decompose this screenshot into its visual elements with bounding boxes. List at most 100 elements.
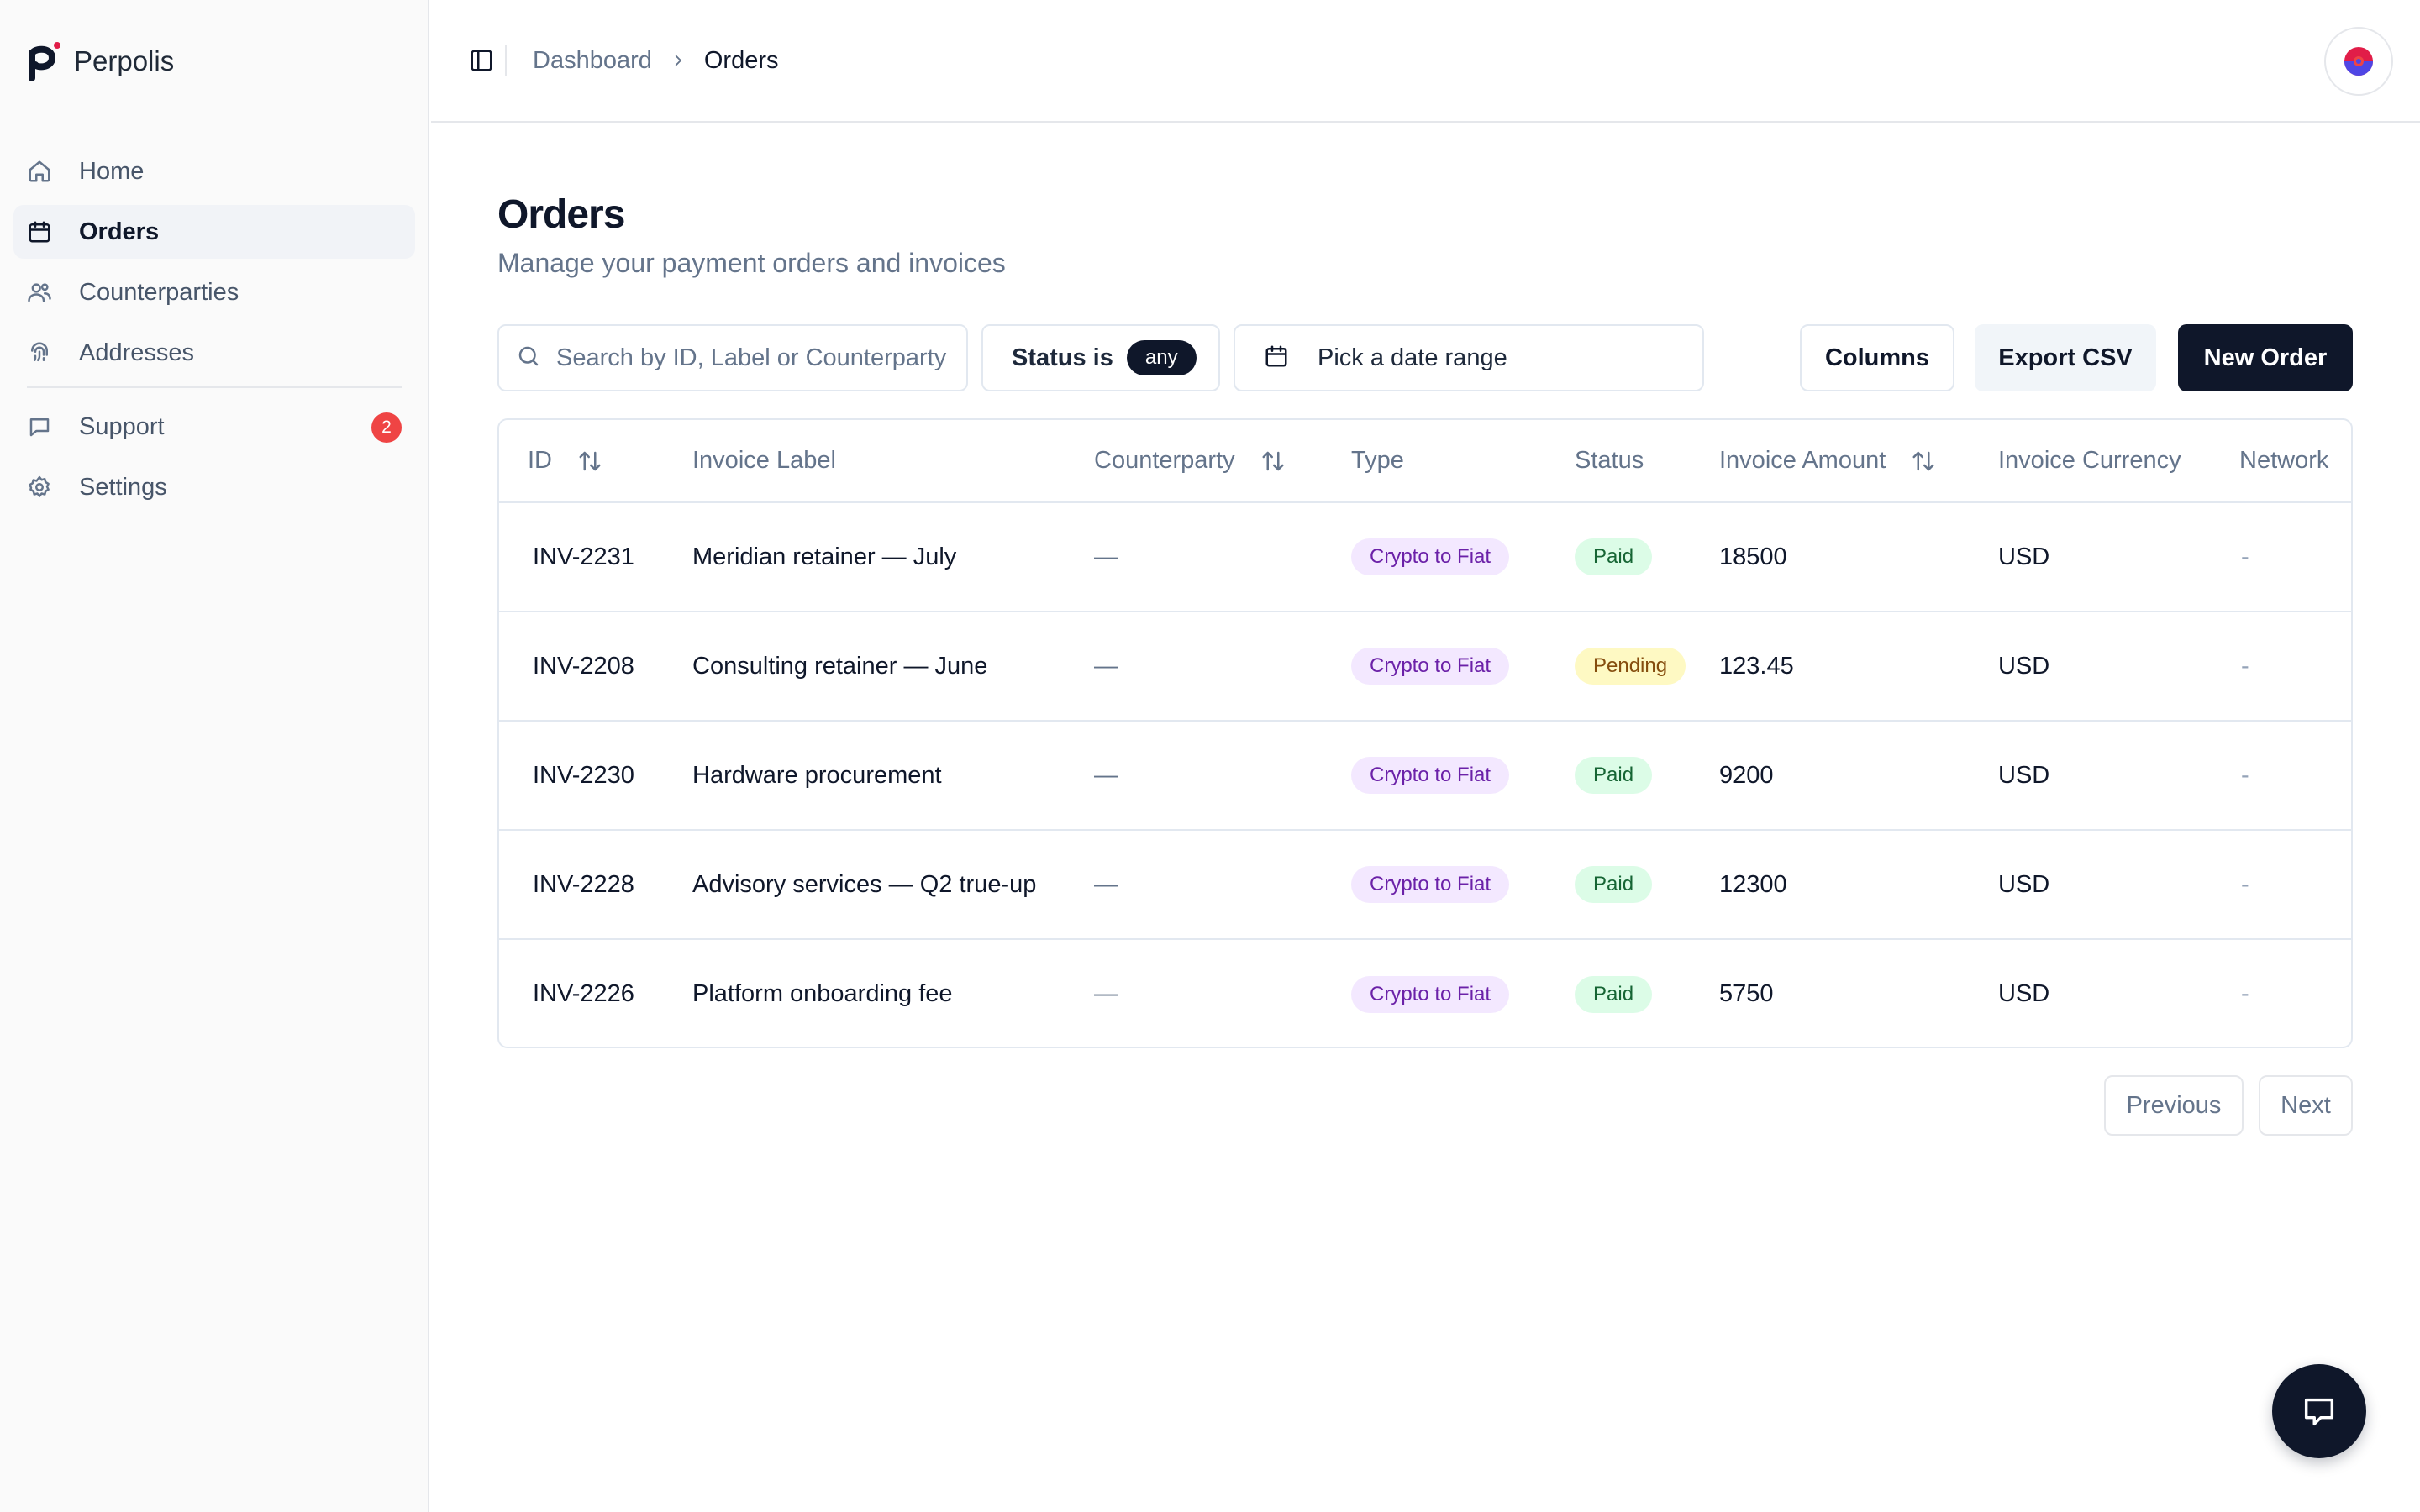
cell-counterparty: — bbox=[1094, 980, 1118, 1007]
cell-id: INV-2228 bbox=[533, 870, 634, 898]
table-row[interactable]: INV-2230 Hardware procurement — Crypto to F… bbox=[499, 721, 2351, 830]
cell-invoice-currency: USD bbox=[1998, 870, 2050, 898]
sidebar-item-label: Addresses bbox=[79, 339, 195, 366]
type-badge: Crypto to Fiat bbox=[1351, 866, 1510, 903]
cell-invoice-label: Consulting retainer — June bbox=[692, 652, 988, 680]
column-header-invoice-label: Invoice Label bbox=[692, 447, 836, 474]
sidebar-divider bbox=[27, 386, 402, 388]
calendar-icon bbox=[27, 219, 52, 244]
table-row[interactable]: INV-2226 Platform onboarding fee — Crypto t… bbox=[499, 939, 2351, 1047]
calendar-icon bbox=[1264, 344, 1289, 373]
export-csv-button[interactable]: Export CSV bbox=[1975, 324, 2156, 391]
cell-id: INV-2226 bbox=[533, 980, 634, 1007]
cell-invoice-amount: 12300 bbox=[1719, 870, 1787, 898]
search-input[interactable] bbox=[556, 344, 951, 372]
chat-support-button[interactable] bbox=[2272, 1364, 2366, 1458]
table-row[interactable]: INV-2208 Consulting retainer — June — Crypt… bbox=[499, 612, 2351, 721]
support-count-badge: 2 bbox=[371, 412, 402, 443]
next-page-button[interactable]: Next bbox=[2259, 1075, 2353, 1136]
cell-status: Paid bbox=[1549, 721, 1719, 830]
sidebar-item-label: Orders bbox=[79, 218, 160, 245]
cell-invoice-currency: USD bbox=[1998, 652, 2050, 680]
panel-left-icon bbox=[471, 50, 492, 71]
column-header-id[interactable]: ID bbox=[499, 420, 672, 502]
sidebar-item-settings[interactable]: Settings bbox=[13, 460, 415, 514]
cell-counterparty: — bbox=[1094, 652, 1118, 680]
header-separator bbox=[505, 45, 507, 76]
cell-type: Crypto to Fiat bbox=[1326, 612, 1549, 721]
columns-button[interactable]: Columns bbox=[1800, 324, 1954, 391]
cell-id: INV-2208 bbox=[533, 652, 634, 680]
status-filter-button[interactable]: Status is any bbox=[981, 324, 1220, 391]
date-range-picker[interactable]: Pick a date range bbox=[1234, 324, 1704, 391]
cell-invoice-amount: 123.45 bbox=[1719, 652, 1794, 680]
cell-status: Paid bbox=[1549, 830, 1719, 939]
cell-invoice-amount: 9200 bbox=[1719, 761, 1774, 789]
cell-id: INV-2231 bbox=[533, 543, 634, 570]
status-badge: Paid bbox=[1575, 538, 1653, 575]
home-icon bbox=[27, 159, 52, 184]
column-header-invoice-amount[interactable]: Invoice Amount bbox=[1719, 420, 1998, 502]
column-header-network: Network bbox=[2239, 447, 2329, 474]
cell-invoice-amount: 18500 bbox=[1719, 543, 1787, 570]
search-field[interactable] bbox=[497, 324, 968, 391]
column-header-counterparty[interactable]: Counterparty bbox=[1071, 420, 1326, 502]
breadcrumb-current: Orders bbox=[703, 46, 779, 74]
brand-name: Perpolis bbox=[74, 45, 175, 76]
table-header-row: ID Invoice Label Counterparty Type Statu… bbox=[499, 420, 2351, 502]
cell-invoice-label: Platform onboarding fee bbox=[692, 980, 953, 1007]
cell-network: - bbox=[2241, 543, 2249, 570]
column-header-type: Type bbox=[1351, 447, 1404, 474]
cell-type: Crypto to Fiat bbox=[1326, 721, 1549, 830]
sidebar-item-label: Counterparties bbox=[79, 278, 239, 306]
user-avatar-button[interactable] bbox=[2324, 27, 2393, 96]
cell-status: Paid bbox=[1549, 502, 1719, 612]
search-icon bbox=[516, 344, 541, 373]
cell-counterparty: — bbox=[1094, 870, 1118, 898]
sort-icon[interactable] bbox=[1260, 447, 1289, 475]
table-row[interactable]: INV-2228 Advisory services — Q2 true-up — C… bbox=[499, 830, 2351, 939]
sidebar-item-support[interactable]: Support 2 bbox=[13, 400, 415, 454]
sort-icon[interactable] bbox=[577, 447, 606, 475]
cell-counterparty: — bbox=[1094, 543, 1118, 570]
users-icon bbox=[27, 280, 52, 305]
sidebar-toggle-button[interactable] bbox=[465, 44, 498, 77]
breadcrumb-dashboard-link[interactable]: Dashboard bbox=[533, 47, 652, 75]
type-badge: Crypto to Fiat bbox=[1351, 538, 1510, 575]
date-range-placeholder: Pick a date range bbox=[1318, 344, 1507, 371]
previous-page-button[interactable]: Previous bbox=[2104, 1075, 2244, 1136]
gear-icon bbox=[27, 475, 52, 500]
sidebar-item-orders[interactable]: Orders bbox=[13, 205, 415, 259]
cell-invoice-currency: USD bbox=[1998, 543, 2050, 570]
cell-id: INV-2230 bbox=[533, 761, 634, 789]
message-icon bbox=[27, 414, 52, 439]
cell-status: Paid bbox=[1549, 939, 1719, 1047]
perpolis-logo-icon bbox=[27, 41, 60, 81]
page-subtitle: Manage your payment orders and invoices bbox=[497, 248, 1006, 278]
page-title: Orders bbox=[497, 192, 625, 237]
cell-network: - bbox=[2241, 652, 2249, 680]
sidebar-nav: Home Orders Counterparties Addresses Sup… bbox=[13, 144, 415, 521]
top-header: Dashboard Orders bbox=[431, 0, 2420, 123]
cell-invoice-amount: 5750 bbox=[1719, 980, 1774, 1007]
type-badge: Crypto to Fiat bbox=[1351, 757, 1510, 794]
avatar-icon bbox=[2344, 47, 2373, 76]
cell-invoice-currency: USD bbox=[1998, 761, 2050, 789]
sidebar-item-addresses[interactable]: Addresses bbox=[13, 326, 415, 380]
sort-icon[interactable] bbox=[1911, 447, 1939, 475]
fingerprint-icon bbox=[27, 340, 52, 365]
cell-network: - bbox=[2241, 980, 2249, 1007]
new-order-button[interactable]: New Order bbox=[2178, 324, 2353, 391]
table-row[interactable]: INV-2231 Meridian retainer — July — Crypto … bbox=[499, 502, 2351, 612]
sidebar-item-label: Home bbox=[79, 157, 145, 185]
type-badge: Crypto to Fiat bbox=[1351, 648, 1510, 685]
chat-icon bbox=[2304, 1398, 2334, 1426]
cell-type: Crypto to Fiat bbox=[1326, 830, 1549, 939]
sidebar-item-home[interactable]: Home bbox=[13, 144, 415, 198]
sidebar-item-label: Support bbox=[79, 412, 165, 440]
brand[interactable]: Perpolis bbox=[27, 40, 174, 82]
status-filter-label: Status is bbox=[1012, 344, 1113, 371]
sidebar-item-counterparties[interactable]: Counterparties bbox=[13, 265, 415, 319]
sidebar: Perpolis Home Orders Counterparties Addr… bbox=[0, 0, 429, 1512]
status-badge: Paid bbox=[1575, 975, 1653, 1013]
